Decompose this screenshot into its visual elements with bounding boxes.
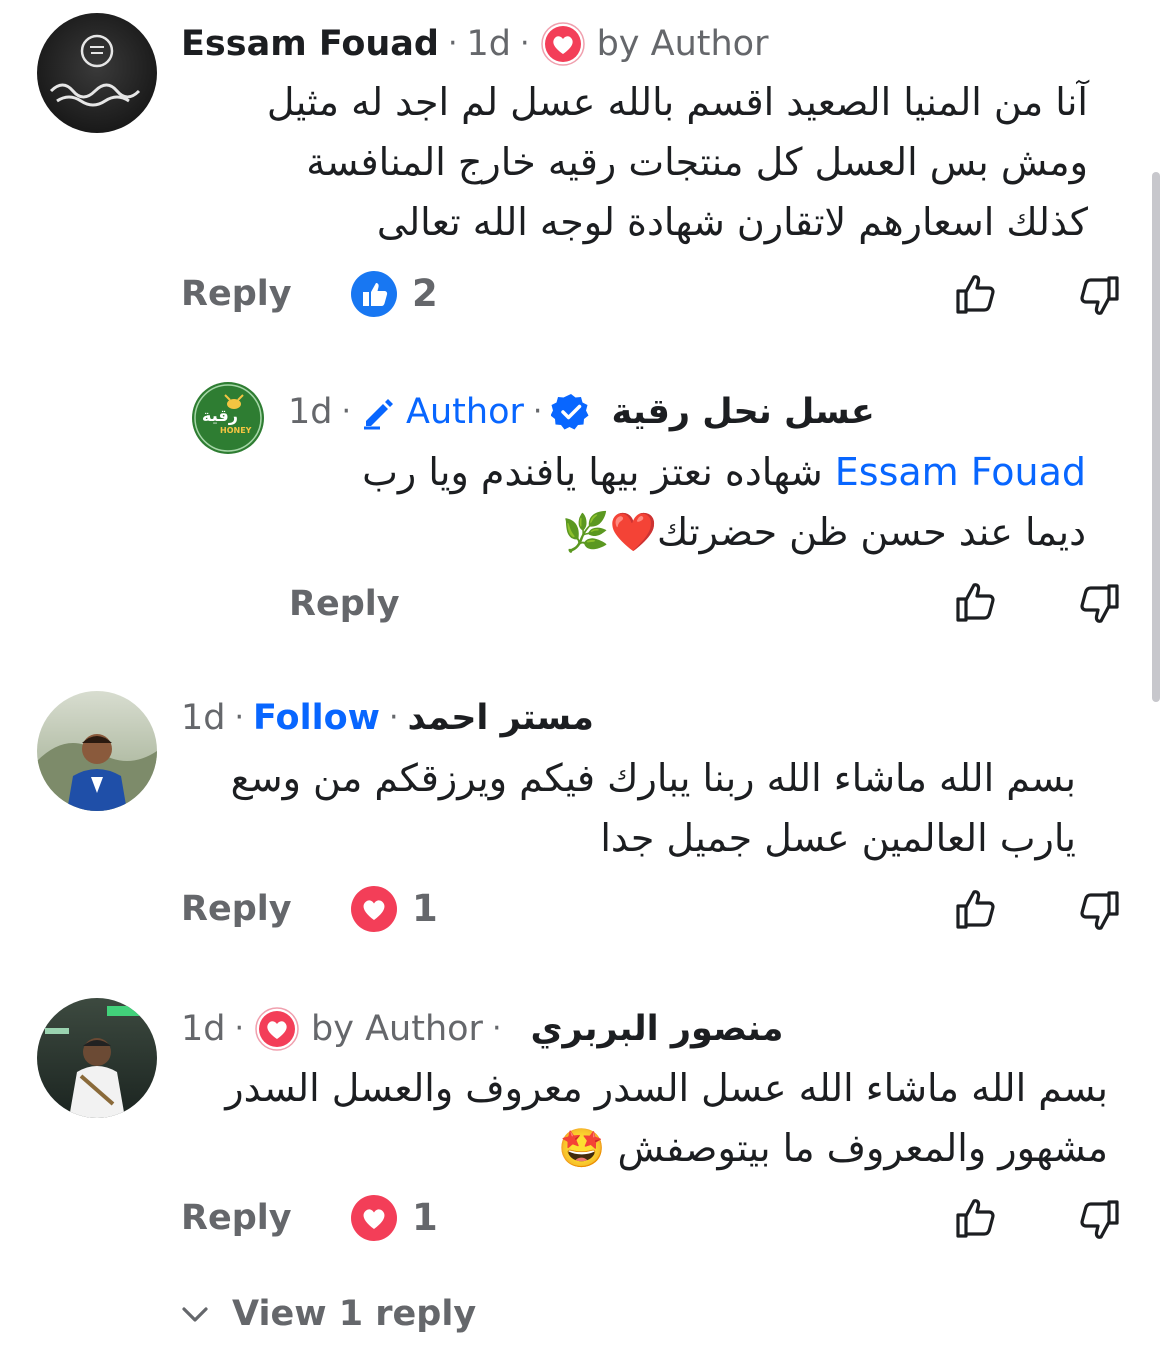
comment-body: بسم الله ماشاء الله عسل السدر معروف والع…: [170, 1058, 1108, 1178]
by-author-badge: by Author: [311, 1009, 483, 1049]
reaction-summary[interactable]: 1: [350, 885, 438, 933]
comment-header: 1d · Follow · مستر احمد: [181, 696, 594, 740]
avatar-image: [49, 34, 141, 107]
author-badge: Author: [406, 392, 524, 432]
pencil-icon: [360, 393, 398, 431]
heart-badge-icon: [253, 1005, 301, 1053]
reply-button[interactable]: Reply: [181, 272, 292, 316]
comment-time: 1d: [466, 24, 512, 64]
thumbs-up-icon[interactable]: [953, 270, 1001, 318]
avatar-image: [45, 1006, 141, 1118]
comment-body: بسم الله ماشاء الله ربنا يبارك فيكم ويرز…: [170, 748, 1076, 868]
thumbs-up-icon[interactable]: [953, 885, 1001, 933]
reaction-count: 2: [412, 272, 438, 315]
comment-body: Essam Fouad شهاده نعتز بيها يافندم ويا ر…: [270, 442, 1086, 562]
comment-line: آنا من المنيا الصعيد اقسم بالله عسل لم ا…: [266, 80, 1088, 124]
avatar[interactable]: [37, 13, 157, 133]
reaction-count: 1: [412, 887, 438, 930]
author-name[interactable]: عسل نحل رقية: [611, 390, 874, 434]
author-name[interactable]: منصور البربري: [530, 1007, 783, 1051]
heart-badge-icon: [539, 20, 587, 68]
comment-line: مشهور والمعروف ما بيتوصفش 🤩: [558, 1126, 1108, 1170]
comment-line: بسم الله ماشاء الله ربنا يبارك فيكم ويرز…: [230, 756, 1076, 800]
comment-header: Essam Fouad · 1d · by Author: [181, 20, 768, 68]
view-replies-label: View 1 reply: [232, 1294, 477, 1334]
comment-time: 1d: [181, 1009, 226, 1049]
chevron-down-icon: [182, 1307, 208, 1322]
verified-icon: [550, 392, 591, 432]
avatar-logo-text: رقية: [202, 406, 238, 425]
comment-time: 1d: [288, 392, 333, 432]
comment-header: 1d · by Author · منصور البربري: [181, 1005, 783, 1053]
comment-body: آنا من المنيا الصعيد اقسم بالله عسل لم ا…: [170, 72, 1088, 252]
reaction-summary[interactable]: 2: [350, 270, 438, 318]
comment-line: Essam Fouad شهاده نعتز بيها يافندم ويا ر…: [270, 442, 1086, 502]
avatar-image: [37, 734, 157, 811]
author-name[interactable]: مستر احمد: [408, 696, 594, 740]
view-replies-button[interactable]: View 1 reply: [180, 1292, 476, 1336]
like-reaction-icon: [350, 270, 398, 318]
love-reaction-icon: [350, 1194, 398, 1242]
reaction-count: 1: [412, 1196, 438, 1239]
thumbs-up-icon[interactable]: [953, 578, 1001, 626]
scrollbar[interactable]: [1152, 172, 1160, 702]
reply-button[interactable]: Reply: [289, 582, 400, 626]
mention-link[interactable]: Essam Fouad: [835, 450, 1086, 494]
follow-button[interactable]: Follow: [253, 696, 380, 740]
avatar[interactable]: رقية HONEY: [192, 382, 264, 454]
thumbs-up-icon[interactable]: [953, 1194, 1001, 1242]
thumbs-down-icon[interactable]: [1074, 1196, 1122, 1244]
comment-time: 1d: [181, 698, 226, 738]
avatar-logo-subtext: HONEY: [220, 426, 252, 435]
thumbs-down-icon[interactable]: [1074, 580, 1122, 628]
comment-header: 1d · Author · عسل نحل رقية: [288, 390, 875, 434]
avatar[interactable]: [37, 691, 157, 811]
reaction-summary[interactable]: 1: [350, 1194, 438, 1242]
love-reaction-icon: [350, 885, 398, 933]
comment-line: ديما عند حسن ظن حضرتك❤️🌿: [562, 510, 1086, 554]
thumbs-down-icon[interactable]: [1074, 887, 1122, 935]
author-name[interactable]: Essam Fouad: [181, 22, 439, 66]
thumbs-down-icon[interactable]: [1074, 272, 1122, 320]
comment-text: شهاده نعتز بيها يافندم ويا رب: [362, 450, 823, 494]
comment-line: ومش بس العسل كل منتجات رقيه خارج المنافس…: [306, 140, 1088, 184]
by-author-badge: by Author: [596, 24, 769, 64]
comment-line: يارب العالمين عسل جميل جدا: [600, 816, 1076, 860]
comment-line: بسم الله ماشاء الله عسل السدر معروف والع…: [225, 1066, 1108, 1110]
reply-button[interactable]: Reply: [181, 1196, 292, 1240]
comment-line: كذلك اسعارهم لاتقارن شهادة لوجه الله تعا…: [376, 200, 1088, 244]
reply-button[interactable]: Reply: [181, 887, 292, 931]
avatar[interactable]: [37, 998, 157, 1118]
